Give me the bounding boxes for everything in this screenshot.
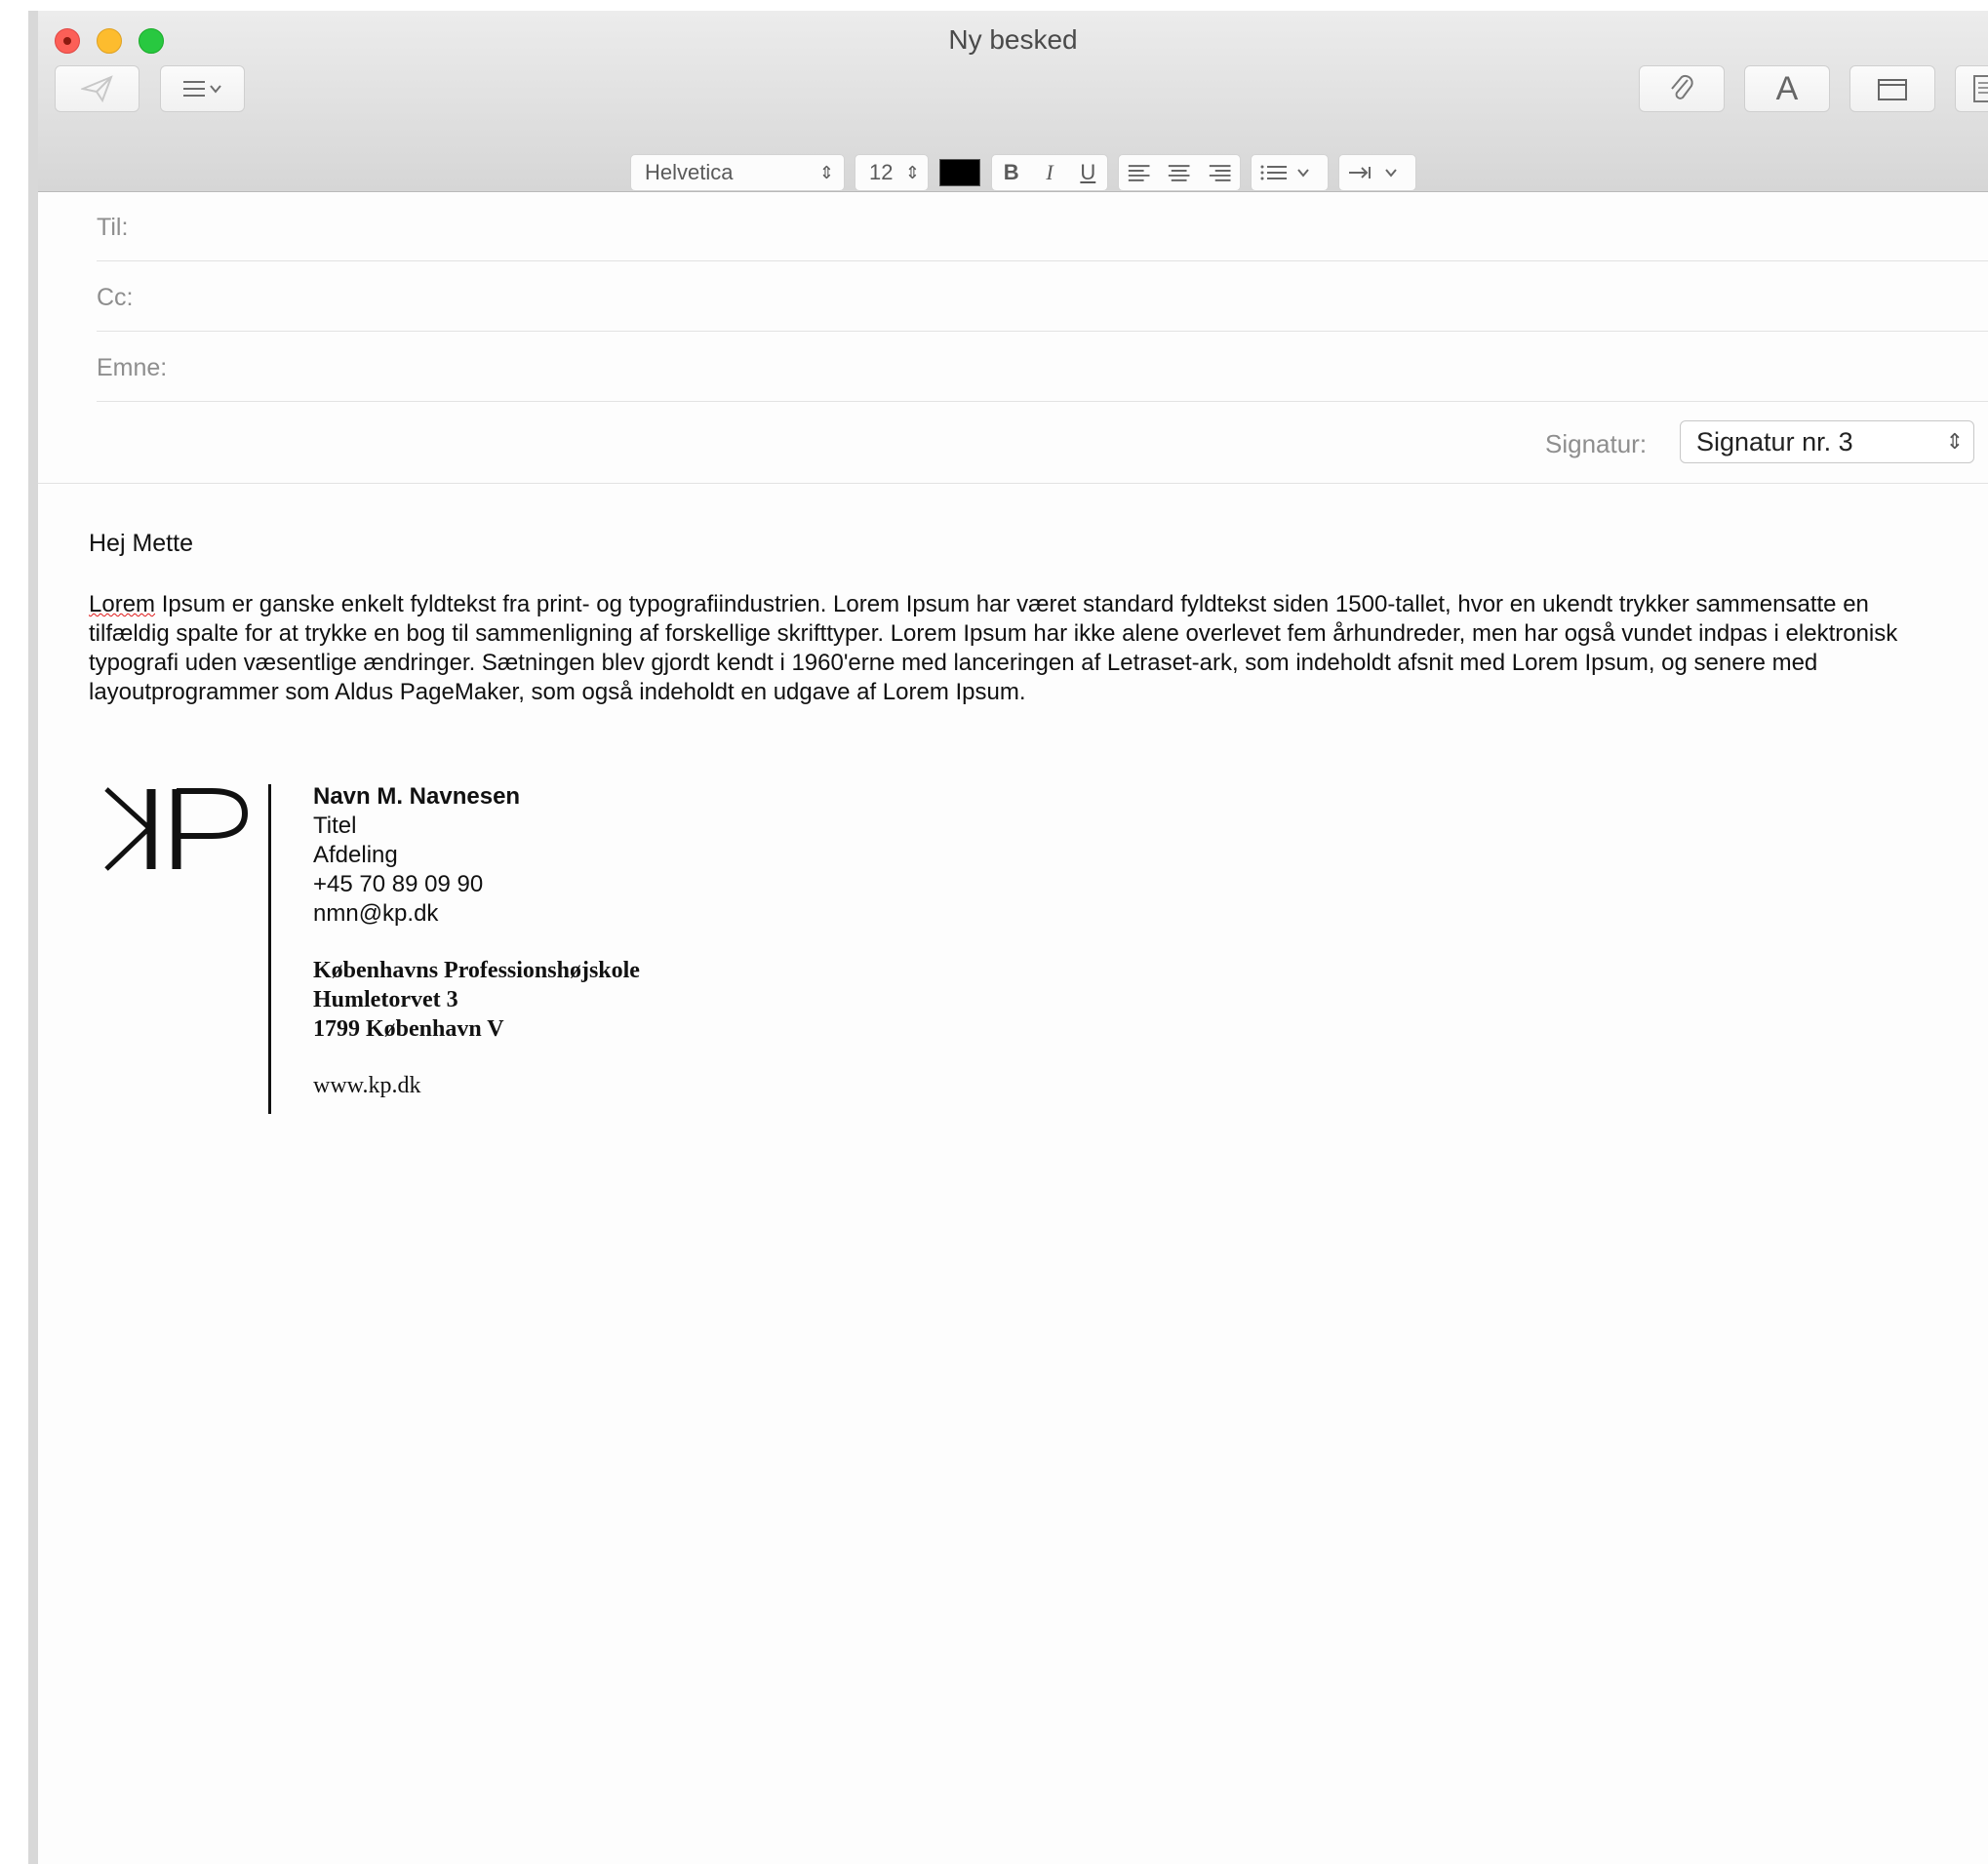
stepper-arrows-icon: ⇕ <box>1945 429 1964 454</box>
fonts-button[interactable]: A <box>1744 65 1830 112</box>
kp-logo <box>104 787 249 871</box>
header-fields-button[interactable] <box>160 65 245 112</box>
indent-icon <box>1349 167 1397 178</box>
signature-street: Humletorvet 3 <box>313 987 458 1012</box>
text-color-swatch <box>939 159 980 186</box>
signature-website[interactable]: www.kp.dk <box>313 1071 640 1100</box>
stationery-button[interactable] <box>1955 65 1988 112</box>
stepper-arrows-icon: ⇕ <box>818 162 834 182</box>
attach-button[interactable] <box>1639 65 1725 112</box>
message-body[interactable]: Hej Mette Lorem Ipsum er ganske enkelt f… <box>89 530 1942 707</box>
font-size-value: 12 <box>869 160 894 184</box>
title-bar: Ny besked A Helvetica ⇕ 12 ⇕ B I U <box>38 11 1988 192</box>
bold-button[interactable]: B <box>992 160 1030 185</box>
signature-label: Signatur: <box>1545 429 1648 458</box>
to-field[interactable]: Til: <box>97 192 1988 261</box>
photo-browser-button[interactable] <box>1849 65 1935 112</box>
signature-city: 1799 København V <box>313 1016 504 1042</box>
body-paragraph: Lorem Ipsum er ganske enkelt fyldtekst f… <box>89 590 1932 707</box>
bullet-list-icon <box>1260 165 1309 180</box>
signature-org: Københavns Professionshøjskole <box>313 958 640 983</box>
signature-block: Navn M. Navnesen Titel Afdeling +45 70 8… <box>313 782 640 1100</box>
italic-button[interactable]: I <box>1030 160 1068 185</box>
cc-field[interactable]: Cc: <box>97 262 1988 332</box>
signature-email[interactable]: nmn@kp.dk <box>313 899 640 929</box>
compose-window: Ny besked A Helvetica ⇕ 12 ⇕ B I U Til: … <box>28 11 1988 1864</box>
signature-select-value: Signatur nr. 3 <box>1696 427 1853 456</box>
paperclip-icon <box>1671 74 1693 99</box>
list-icon <box>182 81 221 97</box>
fonts-label: A <box>1775 69 1799 107</box>
list-style-button[interactable] <box>1251 154 1329 191</box>
alignment-group <box>1118 154 1241 191</box>
cc-label: Cc: <box>97 284 134 311</box>
greeting-line: Hej Mette <box>89 530 193 557</box>
subject-field[interactable]: Emne: <box>97 333 1988 402</box>
stepper-arrows-icon: ⇕ <box>904 162 920 182</box>
send-icon <box>80 75 113 103</box>
underline-button[interactable]: U <box>1069 160 1107 185</box>
body-text: Ipsum er ganske enkelt fyldtekst fra pri… <box>89 591 1898 705</box>
font-family-value: Helvetica <box>645 160 734 184</box>
to-label: Til: <box>97 214 129 241</box>
signature-phone: +45 70 89 09 90 <box>313 871 484 897</box>
font-size-select[interactable]: 12 ⇕ <box>855 154 929 191</box>
misspelled-word[interactable]: Lorem <box>89 591 155 617</box>
document-icon <box>1973 75 1988 102</box>
send-button[interactable] <box>55 65 139 112</box>
signature-divider <box>268 784 271 1114</box>
signature-select[interactable]: Signatur nr. 3 ⇕ <box>1680 420 1974 463</box>
subject-label: Emne: <box>97 354 168 381</box>
signature-title: Titel <box>313 813 357 839</box>
align-left-icon[interactable] <box>1119 161 1159 184</box>
text-color-button[interactable] <box>938 154 981 191</box>
window-title: Ny besked <box>948 24 1078 55</box>
signature-name: Navn M. Navnesen <box>313 783 521 810</box>
window-icon <box>1878 79 1907 100</box>
align-right-icon[interactable] <box>1200 161 1240 184</box>
signature-department: Afdeling <box>313 842 398 868</box>
align-center-icon[interactable] <box>1159 161 1199 184</box>
signature-row: Signatur: Signatur nr. 3 ⇕ <box>38 405 1988 484</box>
style-button-group: B I U <box>991 154 1108 191</box>
font-family-select[interactable]: Helvetica ⇕ <box>630 154 845 191</box>
indent-button[interactable] <box>1338 154 1416 191</box>
